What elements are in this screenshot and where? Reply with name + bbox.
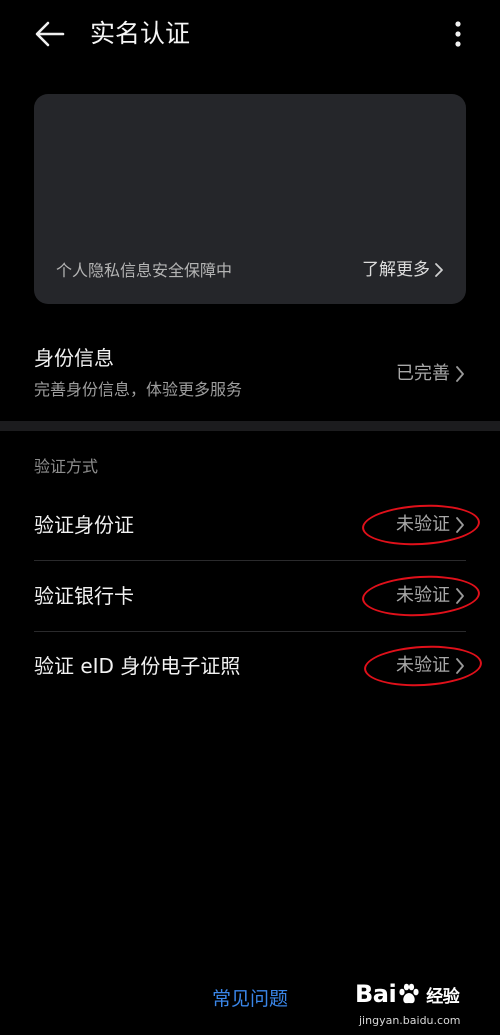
more-vertical-icon (455, 21, 461, 47)
verify-id-card-row[interactable]: 验证身份证 未验证 (34, 490, 466, 560)
chevron-right-icon (456, 588, 464, 604)
watermark-logo-cn: 经验 (426, 986, 460, 1007)
back-button[interactable] (28, 14, 72, 54)
chevron-right-icon (435, 263, 443, 277)
verify-item-status: 未验证 (396, 652, 466, 680)
verify-status-label: 未验证 (396, 655, 450, 676)
verify-item-status: 未验证 (396, 511, 466, 539)
verify-item-label: 验证身份证 (34, 513, 134, 537)
privacy-text: 个人隐私信息安全保障中 (56, 261, 233, 280)
identity-info-title: 身份信息 (34, 346, 114, 370)
identity-status-label: 已完善 (396, 363, 450, 384)
baidu-watermark: Bai 经验 jingyan.baidu.com (355, 978, 495, 1034)
identity-status: 已完善 (396, 360, 466, 388)
learn-more-label: 了解更多 (362, 260, 430, 280)
paw-icon (399, 983, 419, 1004)
verify-bank-card-row[interactable]: 验证银行卡 未验证 (34, 561, 466, 631)
arrow-left-icon (35, 21, 65, 47)
verify-item-label: 验证银行卡 (34, 584, 134, 608)
verify-status-label: 未验证 (396, 585, 450, 606)
app-header: 实名认证 (0, 0, 500, 70)
identity-info-row[interactable]: 身份信息 完善身份信息，体验更多服务 已完善 (0, 338, 500, 414)
privacy-banner-card: 个人隐私信息安全保障中 了解更多 (34, 94, 466, 304)
chevron-right-icon (456, 658, 464, 674)
verify-eid-row[interactable]: 验证 eID 身份电子证照 未验证 (34, 631, 466, 701)
more-options-button[interactable] (440, 14, 476, 54)
learn-more-link[interactable]: 了解更多 (362, 256, 444, 284)
verify-item-label: 验证 eID 身份电子证照 (34, 654, 241, 678)
section-divider (0, 421, 500, 431)
watermark-logo: Bai 经验 (355, 980, 460, 1008)
verify-status-label: 未验证 (396, 514, 450, 535)
verify-item-status: 未验证 (396, 582, 466, 610)
watermark-url: jingyan.baidu.com (359, 1014, 461, 1027)
chevron-right-icon (456, 517, 464, 533)
page-title: 实名认证 (90, 19, 191, 48)
watermark-logo-text: Bai (355, 980, 397, 1008)
chevron-right-icon (456, 366, 464, 382)
verification-section-label: 验证方式 (34, 457, 99, 476)
identity-info-subtitle: 完善身份信息，体验更多服务 (34, 380, 243, 399)
